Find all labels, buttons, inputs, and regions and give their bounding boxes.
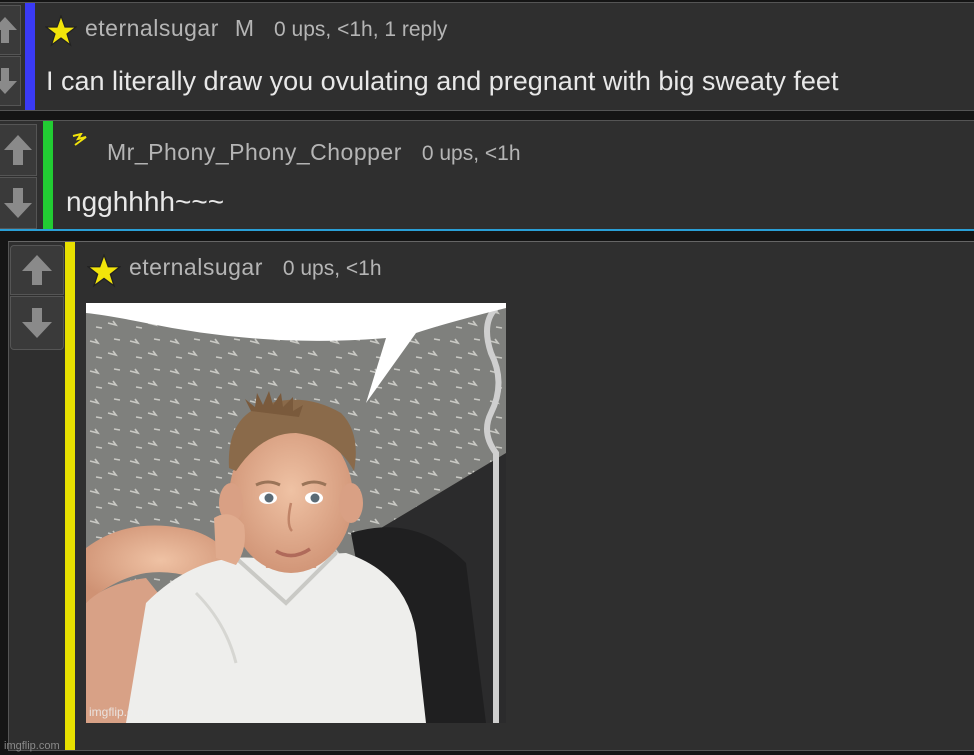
username-link[interactable]: eternalsugar (129, 254, 263, 281)
username-link[interactable]: Mr_Phony_Phony_Chopper (107, 139, 402, 166)
comment-image[interactable]: imgflip.com (86, 303, 506, 723)
upvote-button[interactable] (0, 124, 37, 176)
lightning-icon (72, 133, 87, 146)
downvote-button[interactable] (0, 56, 21, 106)
arrow-up-icon (4, 135, 32, 165)
arrow-up-icon (22, 255, 52, 285)
site-watermark: imgflip.com (4, 740, 60, 752)
comment-text: I can literally draw you ovulating and p… (46, 66, 839, 96)
star-icon (87, 254, 121, 288)
downvote-button[interactable] (0, 177, 37, 229)
upvote-button[interactable] (0, 5, 21, 55)
arrow-up-icon (0, 17, 17, 43)
comment-1: eternalsugar M 0 ups, <1h, 1 reply I can… (0, 2, 974, 111)
comment-2: Mr_Phony_Phony_Chopper 0 ups, <1h ngghhh… (0, 120, 974, 231)
thread-rail (65, 242, 75, 750)
upvote-button[interactable] (10, 245, 64, 295)
arrow-down-icon (22, 308, 52, 338)
arrow-down-icon (4, 188, 32, 218)
thread-rail (43, 121, 53, 229)
arrow-down-icon (0, 68, 17, 94)
comment-stats: 0 ups, <1h (282, 257, 382, 280)
comment-stats: 0 ups, <1h, 1 reply (274, 18, 448, 41)
thread-rail (25, 3, 35, 110)
comment-3: eternalsugar 0 ups, <1h imgflip.com (8, 241, 974, 751)
comment-stats: 0 ups, <1h (421, 142, 521, 165)
star-icon (45, 15, 77, 47)
username-link[interactable]: eternalsugar (85, 15, 219, 42)
mod-badge: M (234, 15, 255, 41)
image-watermark: imgflip.com (89, 705, 150, 719)
downvote-button[interactable] (10, 296, 64, 350)
comment-text: ngghhhh~~~ (66, 186, 225, 217)
boy-photo (86, 303, 506, 723)
